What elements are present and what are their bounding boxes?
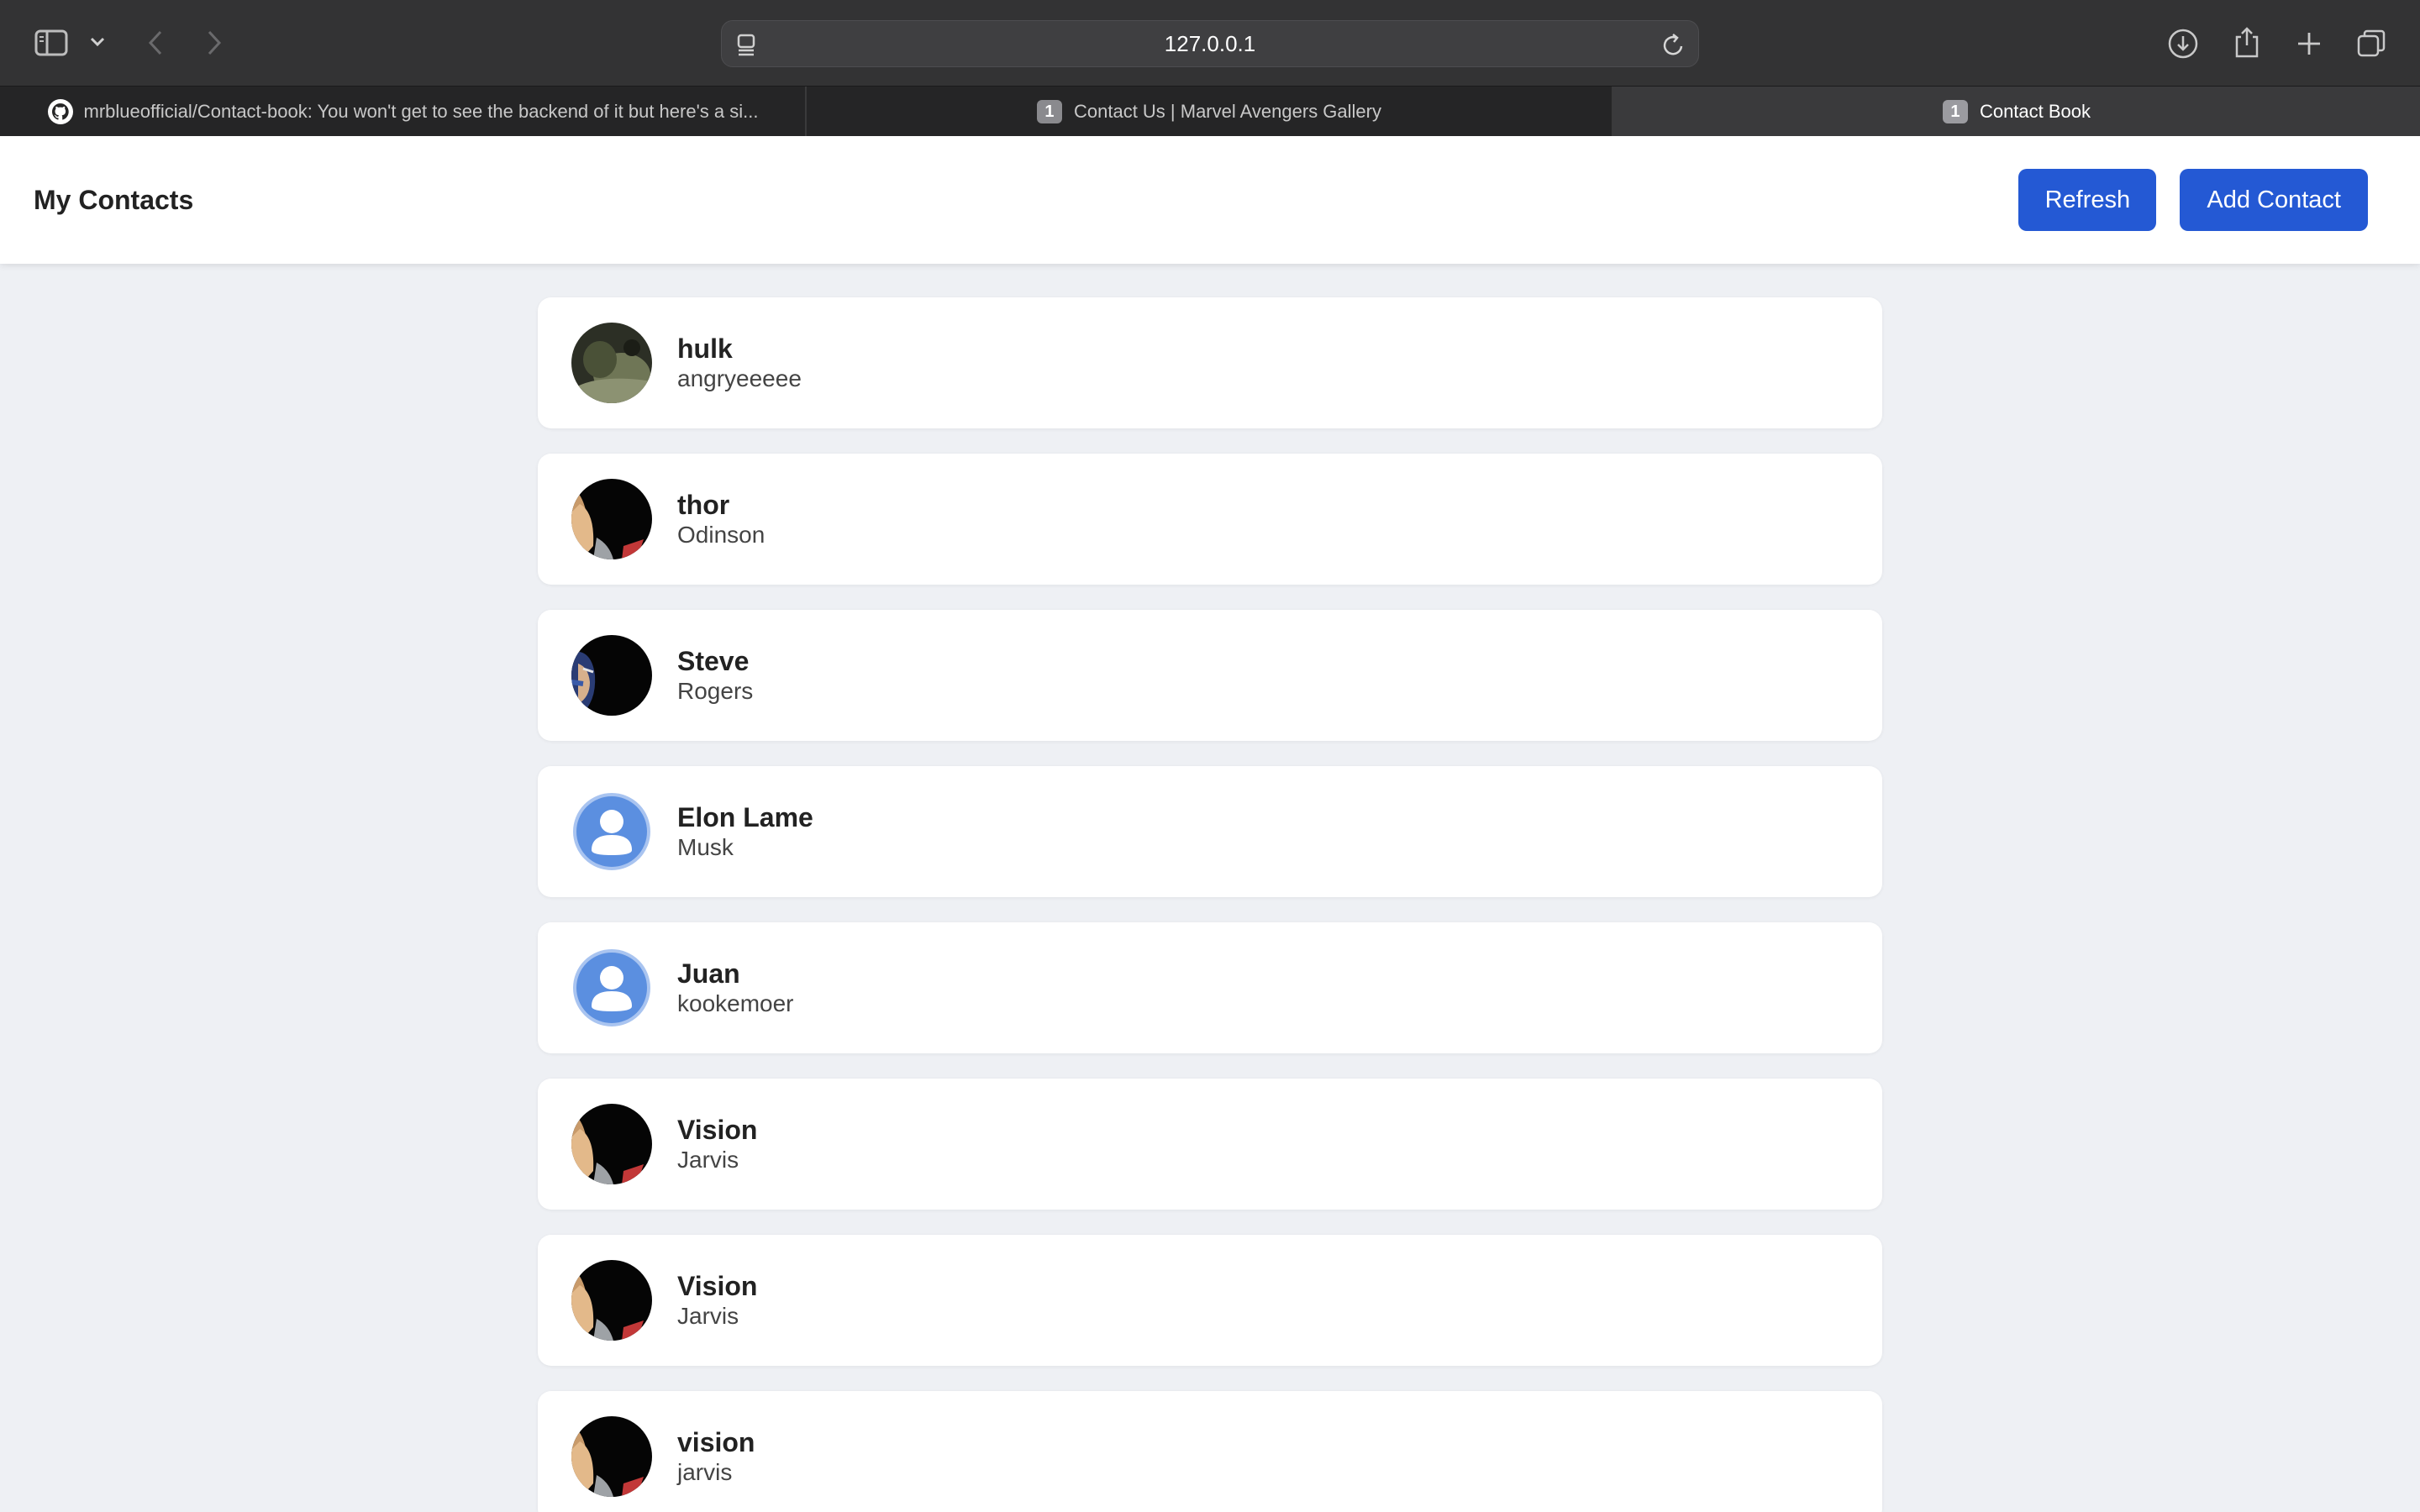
tab-badge: 1: [1942, 100, 1968, 123]
contact-subtitle: angryeeeee: [677, 365, 802, 391]
contact-name: Steve: [677, 646, 750, 676]
contact-name: Vision: [677, 1271, 758, 1301]
tab-label: Contact Us | Marvel Avengers Gallery: [1073, 101, 1381, 122]
address-bar[interactable]: 127.0.0.1: [721, 20, 1699, 67]
vision-avatar: [571, 1260, 652, 1341]
contact-subtitle: Odinson: [677, 522, 765, 548]
contact-subtitle: Jarvis: [677, 1147, 739, 1173]
browser-toolbar: 127.0.0.1: [0, 0, 2420, 86]
page-viewport: My Contacts Refresh Add Contact hulk ang…: [0, 136, 2420, 1512]
tab-contact-book[interactable]: 1 Contact Book: [1613, 87, 2420, 137]
tab-strip: mrblueofficial/Contact-book: You won't g…: [0, 86, 2420, 137]
contact-card[interactable]: Vision Jarvis: [538, 1079, 1882, 1210]
tab-github[interactable]: mrblueofficial/Contact-book: You won't g…: [0, 87, 807, 137]
vision-avatar: [571, 1104, 652, 1184]
thor-avatar: [571, 479, 652, 559]
vision-avatar: [571, 1416, 652, 1497]
reload-icon[interactable]: [1661, 31, 1686, 62]
new-tab-icon[interactable]: [2291, 25, 2328, 62]
contact-name: Elon Lame: [677, 802, 813, 832]
header-actions: Refresh Add Contact: [2018, 169, 2368, 231]
tab-marvel-gallery[interactable]: 1 Contact Us | Marvel Avengers Gallery: [807, 87, 1613, 137]
refresh-button[interactable]: Refresh: [2018, 169, 2157, 231]
contact-subtitle: Jarvis: [677, 1303, 739, 1329]
default-person-icon: [571, 948, 652, 1028]
hulk-avatar: [571, 323, 652, 403]
contact-card[interactable]: Juan kookemoer: [538, 922, 1882, 1053]
tab-overview-icon[interactable]: [2353, 25, 2390, 62]
chevron-down-icon[interactable]: [87, 32, 108, 52]
forward-icon[interactable]: [202, 27, 227, 59]
share-icon[interactable]: [2228, 24, 2265, 60]
sidebar-toggle-icon[interactable]: [34, 27, 69, 59]
contact-subtitle: Rogers: [677, 678, 754, 704]
url-text: 127.0.0.1: [1164, 30, 1256, 56]
contact-subtitle: kookemoer: [677, 990, 794, 1016]
contact-name: thor: [677, 490, 730, 520]
default-person-icon: [571, 791, 652, 872]
back-icon[interactable]: [143, 27, 168, 59]
steve-avatar: [571, 635, 652, 716]
contact-subtitle: Musk: [677, 834, 734, 860]
downloads-icon[interactable]: [2165, 25, 2202, 62]
contact-name: vision: [677, 1427, 755, 1457]
contact-subtitle: jarvis: [677, 1459, 733, 1485]
contact-name: Juan: [677, 958, 740, 989]
contact-card[interactable]: thor Odinson: [538, 454, 1882, 585]
tab-label: mrblueofficial/Contact-book: You won't g…: [83, 101, 759, 122]
page-title: My Contacts: [34, 184, 194, 215]
tab-label: Contact Book: [1979, 101, 2091, 122]
contact-name: Vision: [677, 1115, 758, 1145]
github-icon: [47, 98, 74, 125]
contact-card[interactable]: hulk angryeeeee: [538, 297, 1882, 428]
contact-name: hulk: [677, 333, 733, 364]
contact-card[interactable]: Elon Lame Musk: [538, 766, 1882, 897]
contact-card[interactable]: Vision Jarvis: [538, 1235, 1882, 1366]
tab-badge: 1: [1036, 100, 1062, 123]
add-contact-button[interactable]: Add Contact: [2180, 169, 2368, 231]
page-menu-icon[interactable]: [734, 31, 760, 62]
contact-card[interactable]: Steve Rogers: [538, 610, 1882, 741]
contact-card[interactable]: vision jarvis: [538, 1391, 1882, 1512]
contact-list: hulk angryeeeee thor Odinson Steve Roger…: [538, 297, 1882, 1512]
app-header: My Contacts Refresh Add Contact: [0, 136, 2420, 264]
